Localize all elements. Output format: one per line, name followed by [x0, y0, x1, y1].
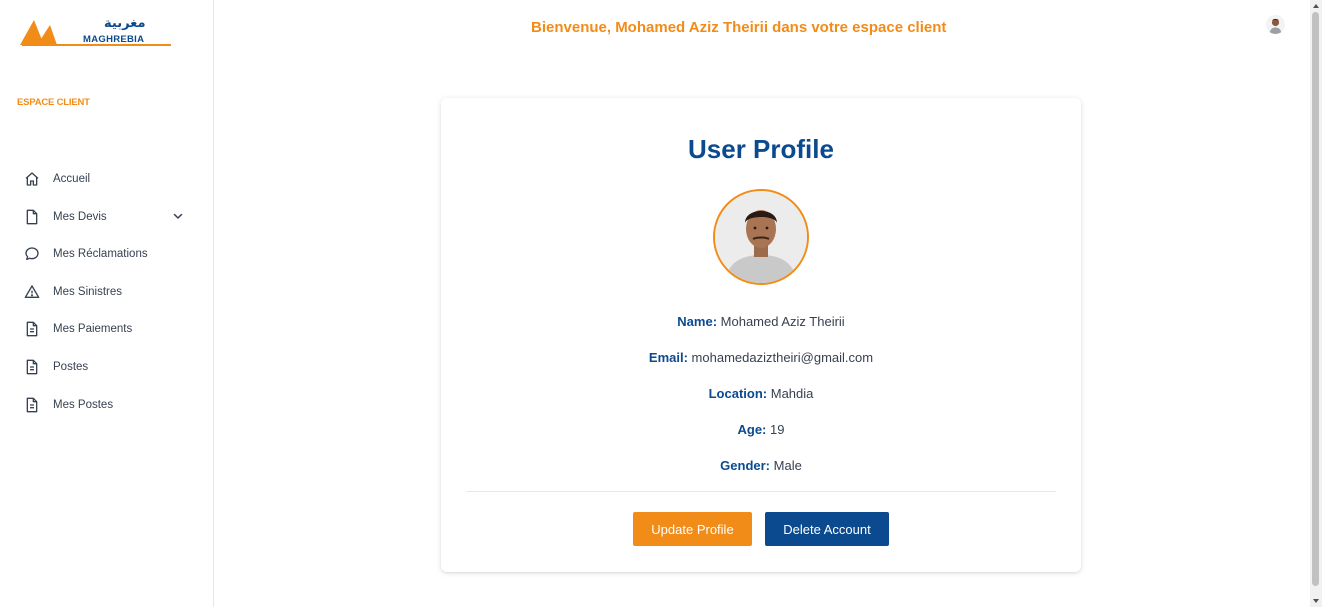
profile-field-name: Name: Mohamed Aziz Theirii — [441, 314, 1081, 329]
profile-field-age: Age: 19 — [441, 422, 1081, 437]
field-key: Email: — [648, 350, 688, 365]
field-value: mohamedaziztheiri@gmail.com — [691, 350, 874, 365]
page-title: User Profile — [688, 134, 834, 164]
sidebar-item-mes-devis[interactable]: Mes Devis — [22, 205, 192, 229]
chevron-down-icon[interactable] — [172, 209, 184, 227]
sidebar: مغربية MAGHREBIA ESPACE CLIENT Accueil M… — [0, 0, 214, 607]
update-profile-button[interactable]: Update Profile — [633, 512, 752, 546]
sidebar-item-label: Mes Postes — [53, 399, 114, 411]
section-label: ESPACE CLIENT — [17, 97, 90, 108]
home-icon — [22, 169, 42, 189]
sidebar-item-label: Accueil — [53, 173, 91, 185]
sidebar-item-label: Mes Paiements — [53, 323, 133, 335]
profile-avatar — [713, 189, 809, 285]
delete-account-button[interactable]: Delete Account — [765, 512, 889, 546]
user-avatar[interactable] — [1266, 15, 1285, 34]
logo-arabic-text: مغربية — [104, 16, 146, 31]
sidebar-item-mes-sinistres[interactable]: Mes Sinistres — [22, 280, 192, 304]
divider — [466, 491, 1056, 492]
field-value: Male — [773, 458, 802, 473]
maghrebia-logo[interactable]: مغربية MAGHREBIA — [20, 14, 172, 48]
field-value: Mohamed Aziz Theirii — [720, 314, 845, 329]
document-icon — [22, 319, 42, 339]
field-key: Name: — [677, 314, 718, 329]
sidebar-item-label: Mes Sinistres — [53, 286, 123, 298]
field-value: Mahdia — [770, 386, 814, 401]
sidebar-item-label: Postes — [53, 361, 89, 373]
field-value: 19 — [770, 422, 785, 437]
field-key: Age: — [737, 422, 767, 437]
sidebar-item-mes-paiements[interactable]: Mes Paiements — [22, 317, 192, 341]
profile-field-gender: Gender: Male — [441, 458, 1081, 473]
document-icon — [22, 357, 42, 377]
document-icon — [22, 395, 42, 415]
warning-icon — [22, 282, 42, 302]
sidebar-item-accueil[interactable]: Accueil — [22, 167, 192, 191]
profile-field-email: Email: mohamedaziztheiri@gmail.com — [441, 350, 1081, 365]
sidebar-item-mes-postes[interactable]: Mes Postes — [22, 393, 192, 417]
file-icon — [22, 207, 42, 227]
scroll-down-icon[interactable] — [1312, 597, 1320, 605]
sidebar-item-label: Mes Devis — [53, 211, 107, 223]
sidebar-item-postes[interactable]: Postes — [22, 355, 192, 379]
scrollbar-thumb[interactable] — [1312, 12, 1319, 586]
page-scrollbar[interactable] — [1310, 0, 1322, 607]
field-key: Location: — [708, 386, 768, 401]
logo-text: MAGHREBIA — [83, 34, 145, 45]
sidebar-item-mes-reclamations[interactable]: Mes Réclamations — [22, 242, 192, 266]
user-profile-card: User Profile Name: Mohamed Aziz Theirii … — [441, 98, 1081, 572]
profile-field-location: Location: Mahdia — [441, 386, 1081, 401]
sidebar-item-label: Mes Réclamations — [53, 248, 148, 260]
welcome-message: Bienvenue, Mohamed Aziz Theirii dans vot… — [531, 19, 947, 36]
scroll-up-icon[interactable] — [1312, 2, 1320, 10]
chat-icon — [22, 244, 42, 264]
field-key: Gender: — [720, 458, 771, 473]
